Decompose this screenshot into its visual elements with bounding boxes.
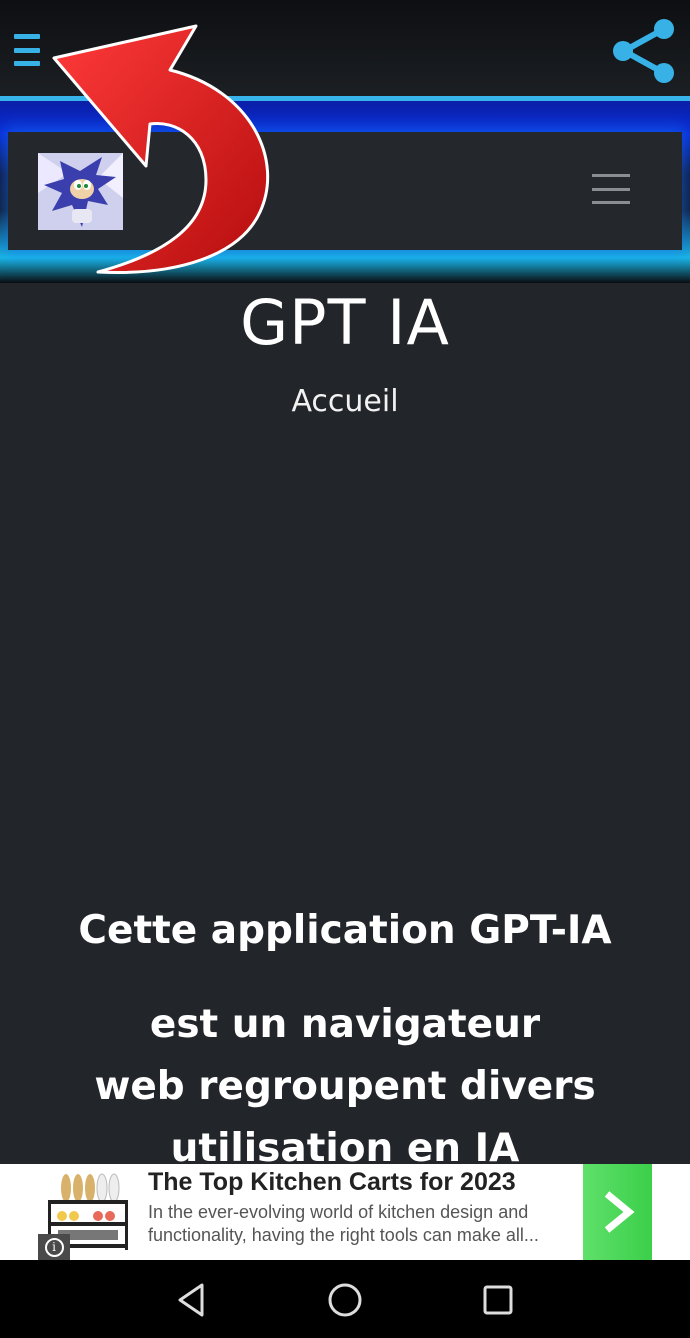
intro-line-3: web regroupent divers <box>94 1064 596 1109</box>
curved-red-arrow-icon <box>52 24 270 274</box>
recents-square-icon[interactable] <box>478 1280 518 1320</box>
intro-line-1: Cette application GPT-IA <box>78 908 612 953</box>
page-subtitle-link[interactable]: Accueil <box>0 384 690 419</box>
hamburger-bar <box>592 187 630 191</box>
hamburger-menu-icon <box>14 34 40 39</box>
ad-info-button[interactable]: i <box>38 1234 70 1260</box>
app-screen: GPT IA Accueil Cette application GPT-IA … <box>0 0 690 1338</box>
page-title: GPT IA <box>240 286 450 359</box>
chevron-right-icon <box>604 1191 635 1233</box>
info-icon: i <box>44 1237 64 1257</box>
site-menu-button[interactable] <box>592 174 630 204</box>
home-circle-icon[interactable] <box>325 1280 365 1320</box>
intro-line-2: est un navigateur <box>149 1002 541 1047</box>
back-triangle-icon[interactable] <box>172 1280 212 1320</box>
ad-headline[interactable]: The Top Kitchen Carts for 2023 <box>148 1168 578 1197</box>
share-icon[interactable] <box>606 14 680 88</box>
hamburger-bar <box>14 61 40 66</box>
hamburger-bar <box>592 201 630 204</box>
hamburger-bar <box>14 47 40 53</box>
drawer-menu-button[interactable] <box>10 30 44 70</box>
ad-banner[interactable]: i The Top Kitchen Carts for 2023 In the … <box>0 1164 690 1260</box>
ad-go-button[interactable] <box>583 1164 652 1260</box>
system-nav-bar <box>0 1260 690 1338</box>
ad-body: In the ever-evolving world of kitchen de… <box>148 1202 539 1245</box>
hamburger-menu-icon <box>592 174 630 177</box>
